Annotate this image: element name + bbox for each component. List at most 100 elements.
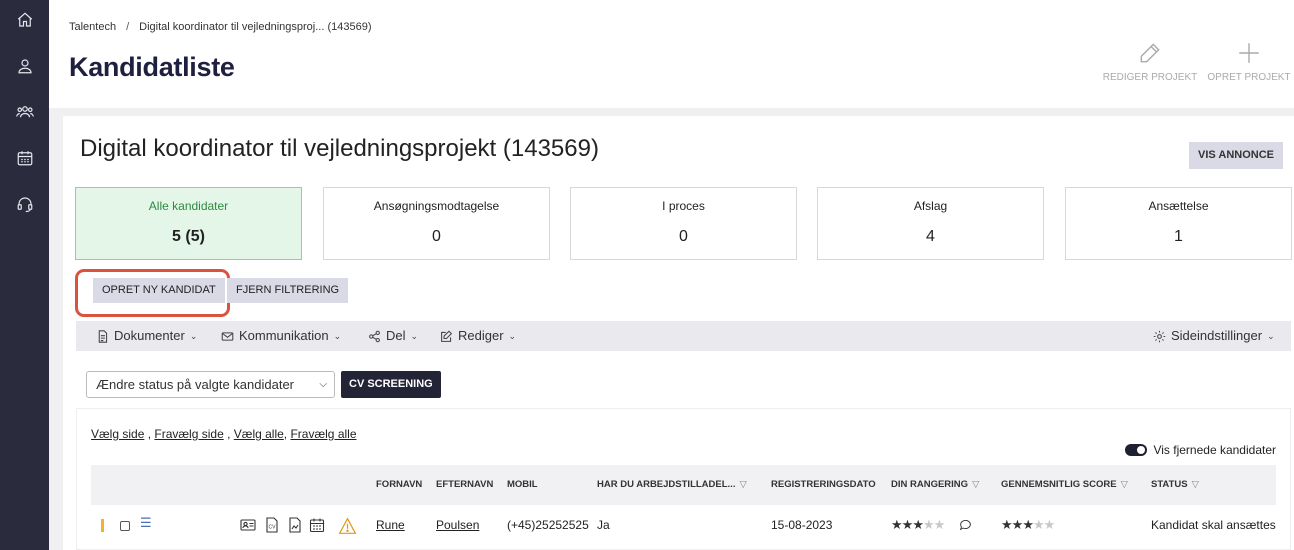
documents-menu[interactable]: Dokumenter ⌄: [96, 321, 197, 351]
cell-status: Kandidat skal ansættes: [1151, 518, 1276, 532]
star-icon[interactable]: ★: [891, 517, 903, 532]
pencil-icon: [1140, 43, 1160, 63]
chevron-down-icon: ⌵: [319, 379, 327, 390]
contact-card-icon[interactable]: [240, 517, 256, 533]
breadcrumb-current: Digital koordinator til vejledningsproj.…: [139, 21, 372, 33]
warning-icon[interactable]: [338, 517, 358, 534]
page-header: Talentech / Digital koordinator til vejled…: [49, 0, 1294, 108]
column-registration-date[interactable]: REGISTRERINGSDATO: [771, 465, 876, 505]
page-title: Kandidatliste: [69, 52, 235, 82]
action-toolbar: Dokumenter ⌄ Kommunikation ⌄ Del ⌄ Rediger ⌄…: [76, 321, 1291, 351]
column-status-label: STATUS: [1151, 479, 1188, 490]
column-your-rating[interactable]: DIN RANGERING ▽: [891, 465, 979, 505]
selection-links: Vælg side , Fravælg side , Vælg alle, Fr…: [91, 427, 357, 441]
your-rating-stars[interactable]: ★★★★★: [891, 505, 946, 545]
status-change-select[interactable]: Ændre status på valgte kandidater ⌵: [86, 371, 335, 398]
calendar-icon[interactable]: [14, 147, 36, 169]
chevron-down-icon: ⌄: [1267, 331, 1275, 341]
stat-label: I proces: [662, 199, 705, 213]
column-average-score-label: GENNEMSNITLIG SCORE: [1001, 479, 1117, 490]
attachment-document-icon[interactable]: [287, 517, 303, 533]
cell-lastname[interactable]: Poulsen: [436, 505, 479, 545]
cell-mobile: (+45)25252525: [507, 518, 589, 532]
star-icon[interactable]: ★: [902, 517, 914, 532]
cell-firstname[interactable]: Rune: [376, 505, 405, 545]
column-status[interactable]: STATUS ▽: [1151, 465, 1199, 505]
row-checkbox[interactable]: [120, 521, 130, 531]
edit-project-label: REDIGER PROJEKT: [1102, 72, 1198, 83]
chevron-down-icon: ⌄: [189, 331, 198, 341]
stat-value: 1: [1174, 228, 1183, 245]
group-icon[interactable]: [14, 101, 36, 123]
star-icon: ★: [1011, 517, 1024, 532]
user-icon[interactable]: [14, 55, 36, 77]
table-row[interactable]: ☰ CV Rune Poulsen (+45)25252525 Ja 15-08…: [91, 505, 1276, 550]
remove-filter-button[interactable]: FJERN FILTRERING: [227, 278, 349, 303]
show-removed-label: Vis fjernede kandidater: [1153, 443, 1276, 457]
column-firstname[interactable]: FORNAVN: [376, 465, 422, 505]
filter-icon[interactable]: ▽: [1121, 465, 1128, 505]
cell-registration-date: 15-08-2023: [771, 518, 833, 532]
comment-icon[interactable]: [959, 518, 975, 534]
show-removed-toggle[interactable]: Vis fjernede kandidater: [1125, 443, 1276, 457]
edit-label: Rediger: [458, 328, 504, 343]
stat-hired[interactable]: Ansættelse 1: [1065, 187, 1292, 260]
candidate-table-area: Vælg side , Fravælg side , Vælg alle, Fr…: [76, 408, 1291, 550]
stat-label: Ansøgningsmodtagelse: [373, 199, 500, 213]
cv-screening-button[interactable]: CV SCREENING: [341, 371, 441, 398]
home-icon[interactable]: [14, 9, 36, 31]
stat-value: 5 (5): [172, 228, 205, 245]
star-icon: ★: [1001, 517, 1013, 532]
column-lastname[interactable]: EFTERNAVN: [436, 465, 493, 505]
chevron-down-icon: ⌄: [508, 331, 517, 341]
create-candidate-button[interactable]: OPRET NY KANDIDAT: [93, 278, 225, 303]
column-mobile[interactable]: MOBIL: [507, 465, 538, 505]
star-icon[interactable]: ★: [923, 517, 935, 532]
filter-icon[interactable]: ▽: [972, 465, 979, 505]
breadcrumb: Talentech / Digital koordinator til vejled…: [69, 21, 372, 33]
documents-label: Dokumenter: [114, 328, 185, 343]
select-all-link[interactable]: Vælg alle: [234, 427, 284, 441]
calendar-icon[interactable]: [309, 517, 325, 533]
column-work-permit[interactable]: HAR DU ARBEJDSTILLADEL... ▽: [597, 465, 747, 505]
star-icon[interactable]: ★: [912, 517, 924, 532]
stat-application-receipt[interactable]: Ansøgningsmodtagelse 0: [323, 187, 550, 260]
select-page-link[interactable]: Vælg side: [91, 427, 144, 441]
view-ad-button[interactable]: VIS ANNONCE: [1189, 142, 1283, 169]
filter-icon[interactable]: ▽: [1192, 465, 1199, 505]
cv-document-icon[interactable]: CV: [264, 517, 280, 533]
stat-value: 0: [679, 228, 688, 245]
communication-menu[interactable]: Kommunikation ⌄: [221, 321, 341, 351]
table-header: FORNAVN EFTERNAVN MOBIL HAR DU ARBEJDSTI…: [91, 465, 1276, 505]
share-menu[interactable]: Del ⌄: [368, 321, 418, 351]
chevron-down-icon: ⌄: [410, 331, 419, 341]
edit-menu[interactable]: Rediger ⌄: [440, 321, 516, 351]
column-your-rating-label: DIN RANGERING: [891, 479, 969, 490]
column-average-score[interactable]: GENNEMSNITLIG SCORE ▽: [1001, 465, 1128, 505]
row-status-marker: [101, 519, 104, 532]
row-menu-icon[interactable]: ☰: [140, 515, 152, 531]
support-headset-icon[interactable]: [14, 193, 36, 215]
create-project-label: OPRET PROJEKT: [1207, 72, 1291, 83]
sidebar: [0, 0, 49, 550]
share-icon: [369, 330, 380, 342]
column-work-permit-label: HAR DU ARBEJDSTILLADEL...: [597, 479, 736, 490]
project-title: Digital koordinator til vejledningsproje…: [80, 135, 599, 162]
plus-icon: [1239, 43, 1259, 63]
breadcrumb-root[interactable]: Talentech: [69, 21, 116, 33]
stat-rejected[interactable]: Afslag 4: [817, 187, 1044, 260]
page-settings-menu[interactable]: Sideindstillinger ⌄: [1153, 321, 1275, 351]
chevron-down-icon: ⌄: [333, 331, 342, 341]
stat-value: 0: [432, 228, 441, 245]
star-icon: ★: [1043, 517, 1056, 532]
filter-icon[interactable]: ▽: [739, 465, 746, 505]
star-icon: ★: [1032, 517, 1045, 532]
deselect-all-link[interactable]: Fravælg alle: [290, 427, 356, 441]
create-project-button[interactable]: OPRET PROJEKT: [1201, 40, 1294, 83]
toggle-switch[interactable]: [1125, 444, 1148, 456]
deselect-page-link[interactable]: Fravælg side: [154, 427, 223, 441]
stat-all-candidates[interactable]: Alle kandidater 5 (5): [75, 187, 302, 260]
star-icon[interactable]: ★: [934, 517, 946, 532]
stat-in-process[interactable]: I proces 0: [570, 187, 797, 260]
edit-project-button[interactable]: REDIGER PROJEKT: [1102, 40, 1198, 83]
